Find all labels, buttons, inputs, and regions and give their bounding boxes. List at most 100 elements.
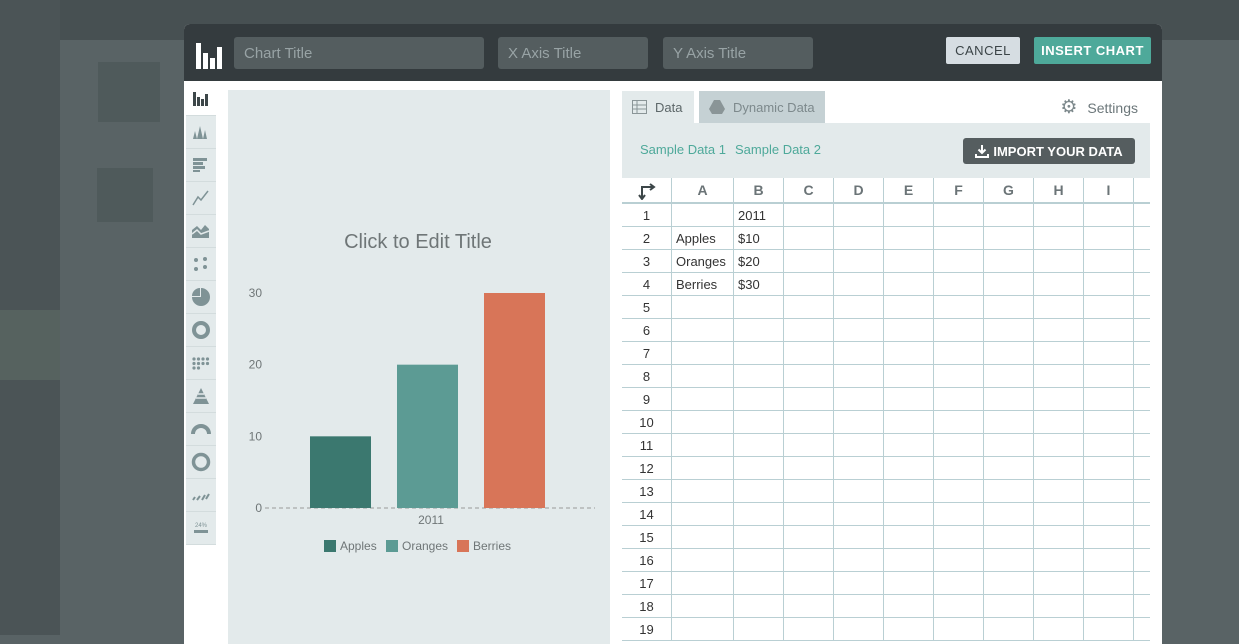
- cell[interactable]: [784, 480, 834, 502]
- cell[interactable]: [984, 250, 1034, 272]
- cell[interactable]: [1034, 365, 1084, 387]
- y-axis-title-input[interactable]: [663, 37, 813, 69]
- cell[interactable]: [1034, 549, 1084, 571]
- cell[interactable]: [934, 411, 984, 433]
- cell[interactable]: [834, 618, 884, 640]
- cell[interactable]: [734, 457, 784, 479]
- cell[interactable]: [734, 572, 784, 594]
- column-header[interactable]: B: [734, 178, 784, 202]
- cell[interactable]: [834, 457, 884, 479]
- cell[interactable]: [984, 434, 1034, 456]
- cell[interactable]: [734, 319, 784, 341]
- cell[interactable]: [1084, 388, 1134, 410]
- cell[interactable]: [834, 319, 884, 341]
- bar-apples[interactable]: [310, 436, 371, 508]
- cell[interactable]: [834, 572, 884, 594]
- cancel-button[interactable]: CANCEL: [946, 37, 1020, 64]
- cell[interactable]: [1134, 296, 1150, 318]
- cell[interactable]: [1134, 388, 1150, 410]
- cell[interactable]: [884, 411, 934, 433]
- cell[interactable]: [734, 411, 784, 433]
- cell[interactable]: [1034, 296, 1084, 318]
- chart-type-gauge[interactable]: [186, 413, 216, 446]
- cell[interactable]: [734, 503, 784, 525]
- cell[interactable]: [1084, 434, 1134, 456]
- cell[interactable]: [884, 434, 934, 456]
- cell[interactable]: [734, 526, 784, 548]
- cell[interactable]: [672, 319, 734, 341]
- chart-type-donut-chart[interactable]: [186, 314, 216, 347]
- cell[interactable]: [784, 250, 834, 272]
- cell[interactable]: [884, 503, 934, 525]
- cell[interactable]: [1034, 227, 1084, 249]
- cell[interactable]: [1084, 595, 1134, 617]
- cell[interactable]: [1084, 457, 1134, 479]
- cell[interactable]: [1134, 526, 1150, 548]
- cell[interactable]: [1084, 342, 1134, 364]
- cell[interactable]: [784, 503, 834, 525]
- cell[interactable]: [1134, 572, 1150, 594]
- cell[interactable]: [884, 618, 934, 640]
- cell[interactable]: [984, 618, 1034, 640]
- cell[interactable]: [834, 388, 884, 410]
- cell[interactable]: [934, 457, 984, 479]
- cell[interactable]: [984, 342, 1034, 364]
- cell[interactable]: [1034, 457, 1084, 479]
- column-header[interactable]: E: [884, 178, 934, 202]
- column-header[interactable]: I: [1084, 178, 1134, 202]
- cell[interactable]: [934, 273, 984, 295]
- cell[interactable]: [1084, 250, 1134, 272]
- cell[interactable]: [784, 296, 834, 318]
- cell[interactable]: [984, 227, 1034, 249]
- cell[interactable]: [734, 434, 784, 456]
- cell[interactable]: [672, 572, 734, 594]
- cell[interactable]: [784, 526, 834, 548]
- cell[interactable]: [784, 365, 834, 387]
- cell[interactable]: [984, 526, 1034, 548]
- cell[interactable]: [1134, 549, 1150, 571]
- cell[interactable]: [884, 572, 934, 594]
- cell[interactable]: [834, 342, 884, 364]
- column-header[interactable]: D: [834, 178, 884, 202]
- cell[interactable]: [1084, 411, 1134, 433]
- cell[interactable]: [784, 595, 834, 617]
- cell[interactable]: [734, 595, 784, 617]
- cell[interactable]: [834, 480, 884, 502]
- cell[interactable]: [984, 273, 1034, 295]
- tab-dynamic-data[interactable]: Dynamic Data: [699, 91, 825, 123]
- cell[interactable]: $10: [734, 227, 784, 249]
- cell[interactable]: [1084, 572, 1134, 594]
- corner-cell[interactable]: [622, 178, 672, 202]
- cell[interactable]: [1134, 250, 1150, 272]
- cell[interactable]: [734, 480, 784, 502]
- cell[interactable]: [884, 296, 934, 318]
- cell[interactable]: [884, 457, 934, 479]
- cell[interactable]: [672, 296, 734, 318]
- cell[interactable]: [1134, 319, 1150, 341]
- cell[interactable]: [1134, 480, 1150, 502]
- cell[interactable]: [784, 411, 834, 433]
- cell[interactable]: [934, 480, 984, 502]
- cell[interactable]: [934, 227, 984, 249]
- cell[interactable]: [734, 365, 784, 387]
- cell[interactable]: [934, 618, 984, 640]
- chart-type-pie-chart[interactable]: [186, 281, 216, 314]
- cell[interactable]: [1034, 273, 1084, 295]
- cell[interactable]: [984, 388, 1034, 410]
- cell[interactable]: [834, 434, 884, 456]
- cell[interactable]: [1034, 388, 1084, 410]
- cell[interactable]: [934, 503, 984, 525]
- cell[interactable]: [884, 319, 934, 341]
- cell[interactable]: [672, 434, 734, 456]
- cell[interactable]: [1034, 618, 1084, 640]
- cell[interactable]: [834, 365, 884, 387]
- cell[interactable]: [784, 342, 834, 364]
- cell[interactable]: [934, 296, 984, 318]
- cell[interactable]: [672, 526, 734, 548]
- cell[interactable]: [984, 457, 1034, 479]
- bar-berries[interactable]: [484, 293, 545, 508]
- cell[interactable]: [884, 204, 934, 226]
- cell[interactable]: [884, 250, 934, 272]
- cell[interactable]: [784, 388, 834, 410]
- cell[interactable]: [1134, 618, 1150, 640]
